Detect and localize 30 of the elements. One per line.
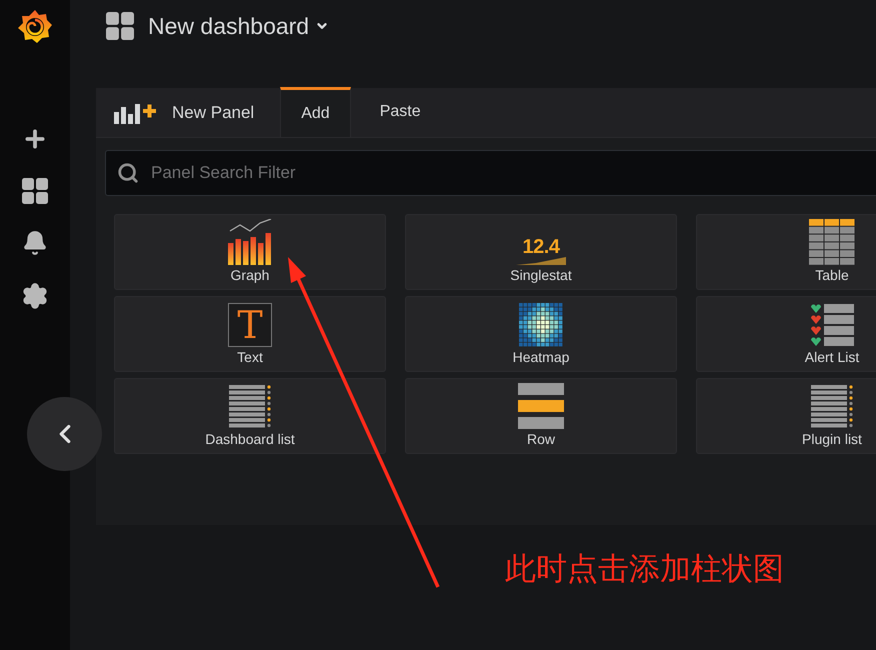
dashboards-icon[interactable] [22, 178, 48, 204]
search-field[interactable]: Panel Search Filter [105, 150, 876, 196]
dashboard-icon[interactable] [106, 12, 134, 40]
panel-type-card[interactable]: Row [405, 378, 677, 454]
add-panel-icon [114, 102, 156, 124]
search-icon [117, 162, 139, 184]
list-icon [227, 383, 273, 429]
alert-list-icon [809, 303, 855, 347]
panel-type-card[interactable]: Alert List [696, 296, 876, 372]
panel-type-card[interactable]: Heatmap [405, 296, 677, 372]
panel-picker-title: New Panel [172, 102, 254, 124]
panel-type-card[interactable]: Dashboard list [114, 378, 386, 454]
dashboard-title[interactable]: New dashboard [148, 12, 330, 40]
annotation-text: 此时点击添加柱状图 [505, 550, 784, 588]
settings-icon[interactable] [21, 282, 49, 310]
table-icon [809, 219, 855, 265]
row-icon [518, 383, 564, 429]
logo-icon[interactable] [16, 8, 54, 46]
text-icon: T [228, 303, 272, 347]
heatmap-icon [519, 303, 563, 347]
list-icon [809, 383, 855, 429]
bell-icon[interactable] [22, 230, 48, 256]
panel-type-card[interactable]: T Text [114, 296, 386, 372]
panel-type-card[interactable]: Table [696, 214, 876, 290]
panel-type-card[interactable]: 12.4 Singlestat [405, 214, 677, 290]
tab[interactable]: Paste [350, 87, 450, 137]
panel-type-card[interactable]: Graph [114, 214, 386, 290]
bar-chart-icon [226, 219, 274, 265]
tab[interactable]: Add [280, 87, 351, 137]
panel-type-card[interactable]: Plugin list [696, 378, 876, 454]
